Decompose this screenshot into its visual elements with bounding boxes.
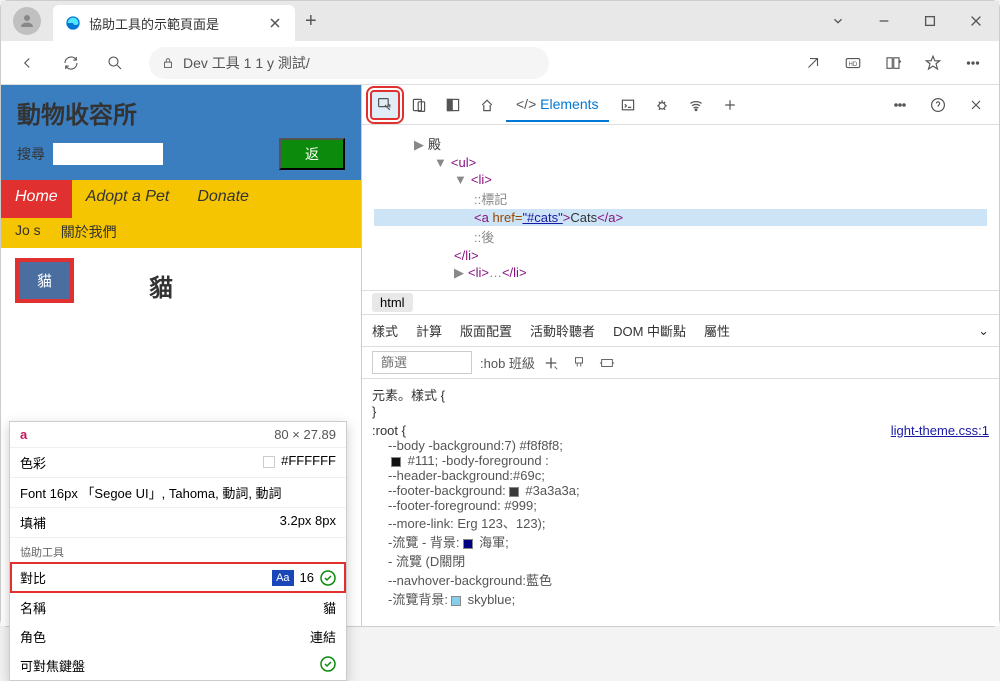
- tooltip-padding-val: 3.2px 8px: [280, 513, 336, 532]
- address-bar[interactable]: Dev 工具 1 1 y 測試/: [149, 47, 549, 79]
- tooltip-element-tag: a: [20, 427, 27, 442]
- nav2-jos[interactable]: Jo s: [15, 218, 41, 248]
- dom-tree[interactable]: ▶殿 ▼<ul> ▼<li> ::標記 <a href="#cats">Cats…: [362, 125, 999, 290]
- back-button[interactable]: [9, 45, 45, 81]
- titlebar: 協助工具的示範頁面是 +: [1, 1, 999, 41]
- refresh-button[interactable]: [53, 45, 89, 81]
- reading-icon[interactable]: [875, 45, 911, 81]
- devtools-help-icon[interactable]: [923, 90, 953, 120]
- tooltip-color-label: 色彩: [20, 453, 46, 472]
- selected-dom-node[interactable]: <a href="#cats">Cats</a>: [374, 209, 987, 226]
- nav-adopt[interactable]: Adopt a Pet: [72, 180, 184, 218]
- hov-toggle[interactable]: :hob 班級: [480, 353, 535, 372]
- box-model-icon[interactable]: [599, 355, 615, 371]
- devtools-close-icon[interactable]: [961, 90, 991, 120]
- new-style-icon[interactable]: [543, 355, 559, 371]
- styles-tabs: 樣式 計算 版面配置 活動聆聽者 DOM 中斷點 屬性 ⌄: [362, 315, 999, 347]
- window-minimize-icon[interactable]: [861, 1, 907, 41]
- search-input[interactable]: [53, 143, 163, 165]
- new-tab-button[interactable]: +: [305, 10, 317, 33]
- tooltip-name-val: 貓: [323, 598, 336, 617]
- tab-listeners[interactable]: 活動聆聽者: [530, 321, 595, 340]
- nav2-about[interactable]: 關於我們: [61, 218, 117, 248]
- tab-styles[interactable]: 樣式: [372, 321, 398, 340]
- bug-icon[interactable]: [647, 90, 677, 120]
- welcome-icon[interactable]: [472, 90, 502, 120]
- tooltip-padding-label: 填補: [20, 513, 46, 532]
- inspect-element-button[interactable]: [370, 90, 400, 120]
- inspect-tooltip: a 80 × 27.89 色彩 #FFFFFF Font 16px 「Segoe…: [9, 421, 347, 681]
- tooltip-font: Font 16px 「Segoe UI」, Tahoma, 動詞, 動詞: [20, 483, 282, 502]
- styles-body[interactable]: 元素。樣式 { } :root { light-theme.css:1 --bo…: [362, 379, 999, 626]
- window-close-icon[interactable]: [953, 1, 999, 41]
- contrast-badge: Aa: [272, 570, 293, 586]
- tooltip-name-label: 名稱: [20, 598, 46, 617]
- favorite-icon[interactable]: [915, 45, 951, 81]
- tooltip-role-val: 連結: [310, 627, 336, 646]
- devtools-panel: </> Elements ▶殿 ▼<ul> ▼<li> ::標記 <a href…: [361, 85, 999, 626]
- more-icon[interactable]: [955, 45, 991, 81]
- primary-nav: Home Adopt a Pet Donate: [1, 180, 361, 218]
- console-icon[interactable]: [613, 90, 643, 120]
- check-icon: [320, 570, 336, 586]
- edge-icon: [65, 15, 81, 31]
- contrast-value: 16: [300, 570, 314, 585]
- lock-icon: [161, 56, 175, 70]
- tab-computed[interactable]: 計算: [416, 321, 442, 340]
- search-button[interactable]: [97, 45, 133, 81]
- tooltip-contrast-label: 對比: [20, 568, 46, 587]
- tab-layout[interactable]: 版面配置: [460, 321, 512, 340]
- tooltip-color-val: #FFFFFF: [263, 453, 336, 472]
- styles-filter-input[interactable]: [372, 351, 472, 374]
- window-dropdown-icon[interactable]: [815, 1, 861, 41]
- tooltip-focus-label: 可對焦鍵盤: [20, 656, 85, 675]
- tooltip-contrast-row: 對比 Aa 16: [10, 562, 346, 593]
- window-maximize-icon[interactable]: [907, 1, 953, 41]
- tab-close-icon[interactable]: [267, 15, 283, 31]
- tab-title: 協助工具的示範頁面是: [89, 14, 219, 33]
- read-aloud-icon[interactable]: [795, 45, 831, 81]
- sidebar-cats-button[interactable]: 貓: [17, 260, 72, 301]
- browser-toolbar: Dev 工具 1 1 y 測試/ HD: [1, 41, 999, 85]
- browser-tab[interactable]: 協助工具的示範頁面是: [53, 5, 295, 41]
- device-toggle-button[interactable]: [404, 90, 434, 120]
- chevron-down-icon[interactable]: ⌄: [978, 323, 989, 339]
- tab-breakpoints[interactable]: DOM 中斷點: [613, 321, 686, 340]
- tab-properties[interactable]: 屬性: [704, 321, 730, 340]
- elements-tab[interactable]: </> Elements: [506, 88, 609, 122]
- page-content: 動物收容所 搜尋 返 Home Adopt a Pet Donate Jo s …: [1, 85, 361, 626]
- add-tab-button[interactable]: [715, 90, 745, 120]
- devtools-more-icon[interactable]: [885, 90, 915, 120]
- brush-icon[interactable]: [571, 355, 587, 371]
- stylesheet-link[interactable]: light-theme.css:1: [891, 423, 989, 438]
- site-header: 動物收容所 搜尋 返: [1, 85, 361, 180]
- tooltip-dimensions: 80 × 27.89: [274, 427, 336, 442]
- search-label: 搜尋: [17, 144, 45, 164]
- dock-button[interactable]: [438, 90, 468, 120]
- svg-text:HD: HD: [849, 62, 858, 68]
- url-text: Dev 工具 1 1 y 測試/: [183, 53, 310, 73]
- nav-home[interactable]: Home: [1, 180, 72, 218]
- check-icon: [320, 656, 336, 672]
- go-button[interactable]: 返: [279, 138, 345, 170]
- user-avatar-icon[interactable]: [13, 7, 41, 35]
- styles-filter-row: :hob 班級: [362, 347, 999, 379]
- site-title: 動物收容所: [17, 95, 345, 130]
- tooltip-role-label: 角色: [20, 627, 46, 646]
- nav-donate[interactable]: Donate: [183, 180, 263, 218]
- secondary-nav: Jo s 關於我們: [1, 218, 361, 248]
- page-heading: 貓: [149, 260, 353, 303]
- devtools-toolbar: </> Elements: [362, 85, 999, 125]
- network-icon[interactable]: [681, 90, 711, 120]
- hd-icon[interactable]: HD: [835, 45, 871, 81]
- dom-breadcrumb[interactable]: html: [362, 290, 999, 315]
- tooltip-a11y-section: 協助工具: [10, 538, 346, 562]
